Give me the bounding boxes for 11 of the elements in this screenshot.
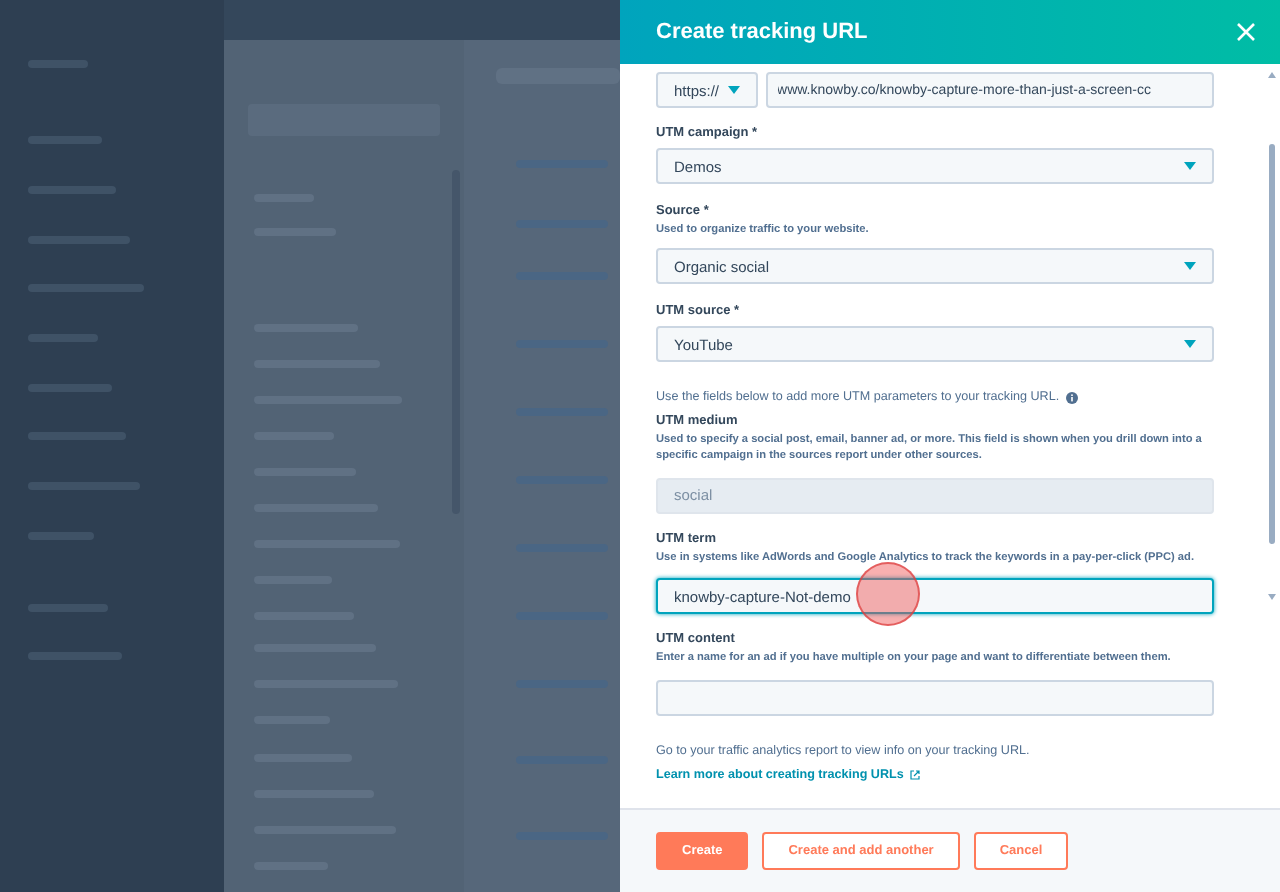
close-icon xyxy=(1236,22,1256,42)
caret-icon xyxy=(1184,262,1196,271)
caret-icon xyxy=(727,86,740,94)
caret-icon xyxy=(1184,162,1196,170)
info-icon xyxy=(1065,391,1078,404)
close-button[interactable] xyxy=(1236,22,1256,42)
text-field[interactable] xyxy=(656,680,1214,717)
caret-icon xyxy=(1184,340,1196,349)
external-link-icon xyxy=(909,770,920,781)
click-marker xyxy=(856,561,920,626)
panel-title: Create tracking URL xyxy=(656,20,868,44)
